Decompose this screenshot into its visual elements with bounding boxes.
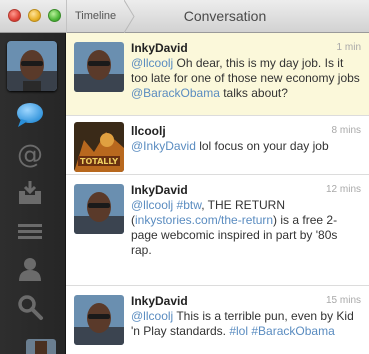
account-avatar[interactable]	[7, 41, 57, 91]
window-title: Conversation	[183, 8, 267, 24]
tweet-item[interactable]: InkyDavid 1 min @llcoolj Oh dear, this i…	[66, 33, 369, 116]
person-icon[interactable]	[15, 255, 45, 283]
url-link[interactable]: inkystories.com/the-return	[135, 213, 273, 227]
chat-bubble-icon[interactable]	[15, 101, 45, 129]
mention-link[interactable]: @llcoolj	[131, 198, 173, 212]
inbox-icon[interactable]	[15, 179, 45, 207]
minimize-button[interactable]	[28, 9, 41, 22]
mention-link[interactable]: @llcoolj	[131, 309, 173, 323]
conversation-timeline: InkyDavid 1 min @llcoolj Oh dear, this i…	[66, 33, 369, 354]
tweet-timestamp: 1 min	[336, 42, 361, 53]
hashtag-link[interactable]: #btw	[177, 198, 202, 212]
tweet-text-segment: talks about?	[219, 86, 288, 100]
tweet-timestamp: 8 mins	[331, 125, 361, 136]
avatar[interactable]	[74, 295, 124, 345]
tweet-text: @llcoolj Oh dear, this is my day job. Is…	[131, 56, 361, 101]
tweet-timestamp: 12 mins	[325, 184, 361, 195]
search-icon[interactable]	[15, 293, 45, 321]
avatar[interactable]: TOTALLY	[74, 122, 124, 172]
tweet-username[interactable]: llcoolj	[131, 124, 361, 139]
breadcrumb-chevron-icon	[124, 0, 135, 33]
svg-text:@: @	[17, 140, 43, 168]
mention-link[interactable]: @llcoolj	[131, 56, 173, 70]
tweet-item[interactable]: TOTALLY llcoolj 8 mins @InkyDavid lol fo…	[66, 116, 369, 175]
svg-text:TOTALLY: TOTALLY	[80, 157, 118, 166]
tweet-item[interactable]: InkyDavid 12 mins @llcoolj #btw, THE RET…	[66, 175, 369, 286]
small-avatar[interactable]	[26, 339, 56, 354]
tweet-text: @llcoolj #btw, THE RETURN (inkystories.c…	[131, 198, 361, 258]
avatar[interactable]	[74, 42, 124, 92]
mention-link[interactable]: @BarackObama	[131, 86, 220, 100]
close-button[interactable]	[8, 9, 21, 22]
tweet-item[interactable]: InkyDavid 15 mins @llcoolj This is a ter…	[66, 286, 369, 354]
tweet-timestamp: 15 mins	[325, 295, 361, 306]
hashtag-link[interactable]: #BarackObama	[251, 324, 334, 338]
tweet-text-segment: lol focus on your day job	[195, 139, 329, 153]
tweet-username[interactable]: InkyDavid	[131, 41, 361, 56]
title-bar: Timeline Conversation	[0, 0, 369, 33]
zoom-button[interactable]	[48, 9, 61, 22]
sidebar: @	[0, 33, 66, 354]
hashtag-link[interactable]: #lol	[229, 324, 248, 338]
mention-link[interactable]: @InkyDavid	[131, 139, 196, 153]
breadcrumb-timeline[interactable]: Timeline	[66, 0, 130, 33]
tweet-text: @InkyDavid lol focus on your day job	[131, 139, 361, 154]
list-icon[interactable]	[15, 218, 45, 246]
at-icon[interactable]: @	[15, 140, 45, 168]
tweet-text: @llcoolj This is a terrible pun, even by…	[131, 309, 361, 339]
avatar[interactable]	[74, 184, 124, 234]
